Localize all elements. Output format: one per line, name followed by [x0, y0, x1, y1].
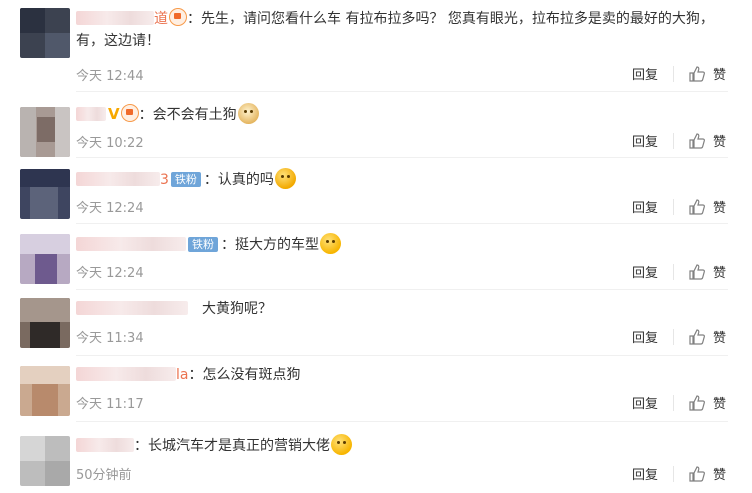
comment-item: 3 铁粉 ：认真的吗 今天 12:24 回复 赞: [0, 158, 752, 224]
avatar[interactable]: [20, 436, 70, 486]
crown-icon: [169, 8, 187, 26]
comment-time: 今天 12:24: [76, 201, 144, 216]
avatar[interactable]: [20, 298, 70, 348]
comment-actions: 回复 赞: [632, 262, 726, 281]
comment-item: la：怎么没有斑点狗 今天 11:17 回复 赞: [0, 356, 752, 422]
comment-actions: 回复 赞: [632, 64, 726, 83]
comment-text: V ：会不会有土狗: [76, 103, 724, 126]
comment-item: ：长城汽车才是真正的营销大佬 50分钟前 回复 赞: [0, 422, 752, 493]
thumbs-up-icon: [689, 394, 705, 411]
username-tail[interactable]: 3: [160, 172, 169, 188]
divider: [672, 132, 674, 149]
username[interactable]: [76, 367, 176, 381]
avatar[interactable]: [20, 234, 70, 284]
comment-item: 大黄狗呢？ 今天 11:34 回复 赞: [0, 290, 752, 356]
reply-button[interactable]: 回复: [632, 464, 658, 483]
thinking-emoji: [320, 233, 341, 254]
crown-icon: [120, 104, 139, 122]
like-button[interactable]: 赞: [688, 393, 726, 412]
divider: [672, 198, 674, 215]
divider: [672, 65, 674, 82]
laughing-crying-emoji: [274, 168, 296, 189]
like-button[interactable]: 赞: [688, 197, 726, 216]
fan-badge: 铁粉: [170, 172, 201, 187]
reply-button[interactable]: 回复: [632, 327, 658, 346]
avatar[interactable]: [20, 366, 70, 416]
comment-actions: 回复 赞: [632, 131, 726, 150]
avatar[interactable]: [20, 8, 70, 58]
comment-text: 3 铁粉 ：认真的吗: [76, 168, 724, 191]
comment-actions: 回复 赞: [632, 327, 726, 346]
comment-time: 今天 11:17: [76, 397, 144, 412]
comment-actions: 回复 赞: [632, 464, 726, 483]
comment-time: 今天 10:22: [76, 136, 144, 151]
comment-text: 道：先生，请问您看什么车 有拉布拉多吗？ 您真有眼光，拉布拉多是卖的最好的大狗，…: [76, 8, 724, 52]
fan-badge: 铁粉: [188, 237, 218, 252]
thumbs-up-icon: [689, 132, 705, 149]
thumbs-up-icon: [689, 198, 705, 215]
username[interactable]: [76, 438, 134, 452]
comment-text: 铁粉 ：挺大方的车型: [76, 233, 724, 256]
dog-face-emoji: [237, 103, 259, 124]
thumbs-up-icon: [689, 263, 705, 280]
username[interactable]: [76, 172, 160, 186]
comment-item: V ：会不会有土狗 今天 10:22 回复 赞: [0, 92, 752, 158]
reply-button[interactable]: 回复: [632, 197, 658, 216]
like-button[interactable]: 赞: [688, 327, 726, 346]
comment-text: ：长城汽车才是真正的营销大佬: [76, 434, 724, 457]
username[interactable]: [76, 11, 154, 25]
comment-time: 今天 11:34: [76, 331, 144, 346]
like-button[interactable]: 赞: [688, 131, 726, 150]
username[interactable]: [76, 301, 188, 315]
divider: [672, 263, 674, 280]
reply-button[interactable]: 回复: [632, 64, 658, 83]
reply-button[interactable]: 回复: [632, 131, 658, 150]
avatar[interactable]: [20, 107, 70, 157]
reply-button[interactable]: 回复: [632, 262, 658, 281]
username-tail[interactable]: la: [176, 367, 188, 383]
comment-item: 道：先生，请问您看什么车 有拉布拉多吗？ 您真有眼光，拉布拉多是卖的最好的大狗，…: [0, 0, 752, 92]
like-button[interactable]: 赞: [688, 464, 726, 483]
like-button[interactable]: 赞: [688, 64, 726, 83]
comment-time: 今天 12:44: [76, 69, 144, 84]
username[interactable]: [76, 237, 186, 251]
comment-text: 大黄狗呢？: [76, 298, 724, 320]
username[interactable]: [76, 107, 106, 121]
thumbs-up-icon: [689, 328, 705, 345]
divider: [672, 328, 674, 345]
comment-time: 50分钟前: [76, 468, 132, 483]
comment-time: 今天 12:24: [76, 266, 144, 281]
avatar[interactable]: [20, 169, 70, 219]
comment-item: 铁粉 ：挺大方的车型 今天 12:24 回复 赞: [0, 224, 752, 290]
comment-text: la：怎么没有斑点狗: [76, 364, 724, 386]
divider: [672, 465, 674, 482]
thumbs-up-icon: [689, 465, 705, 482]
username-tail[interactable]: 道: [154, 11, 168, 27]
divider: [672, 394, 674, 411]
comment-actions: 回复 赞: [632, 197, 726, 216]
vip-icon: V: [108, 105, 120, 123]
thumbs-up-icon: [689, 65, 705, 82]
comment-actions: 回复 赞: [632, 393, 726, 412]
grin-emoji: [331, 434, 352, 455]
reply-button[interactable]: 回复: [632, 393, 658, 412]
like-button[interactable]: 赞: [688, 262, 726, 281]
